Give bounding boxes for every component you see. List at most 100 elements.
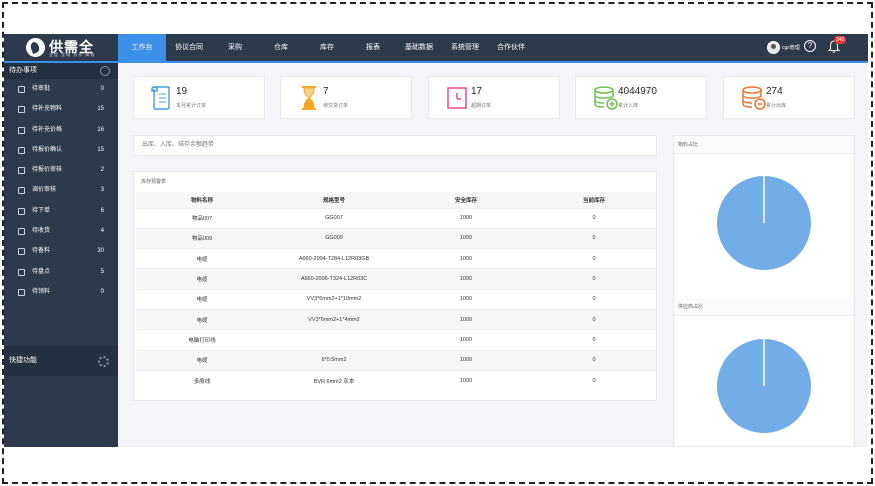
todo-item[interactable]: 待补充价格 16 xyxy=(4,120,118,140)
todo-item-label: 待补充价格 xyxy=(32,126,63,133)
todo-item[interactable]: 待盘点 5 xyxy=(4,262,118,282)
quick-title: 快捷功能 xyxy=(9,357,37,364)
table-cell: 多股线 xyxy=(136,369,268,391)
document-icon xyxy=(18,187,25,195)
supplier-ratio-title: 供应商占比 xyxy=(674,298,854,316)
table-row[interactable]: 电缆 6*0.5mm2 1000 0 xyxy=(136,349,656,371)
table-cell: 1000 xyxy=(400,248,532,269)
todo-item-count: 5 xyxy=(100,268,104,275)
nav-tab-8[interactable]: 合作伙伴 xyxy=(488,34,534,61)
todo-item[interactable]: 待下单 6 xyxy=(4,201,118,221)
stat-value: 274 xyxy=(766,86,783,97)
nav-tab-4[interactable]: 库存 xyxy=(304,34,350,61)
todo-item-label: 待报价确认 xyxy=(32,146,63,153)
nav-tab-5[interactable]: 报表 xyxy=(350,34,396,61)
sidebar: 待办事项 待审批 0 待补充物料 15 待补充价格 16 待报价确认 15 待报价审核 2 调价审核… xyxy=(4,63,118,447)
stat-value: 17 xyxy=(471,86,483,97)
table-cell: 1000 xyxy=(400,207,532,229)
material-ratio-title: 物料占比 xyxy=(674,136,854,154)
table-cell: 0 xyxy=(532,329,656,351)
main-nav: 工作台 协议合同 采购 仓库 库存 报表 基础数据 系统管理 合作伙伴 xyxy=(118,34,534,61)
todo-item[interactable]: 待补充物料 15 xyxy=(4,99,118,119)
table-cell: 电缆 xyxy=(136,248,268,269)
todo-item[interactable]: 调价审核 3 xyxy=(4,180,118,200)
todo-item[interactable]: 待报价审核 2 xyxy=(4,160,118,180)
user-menu[interactable]: cgs管理 xyxy=(767,39,800,55)
todo-item-label: 待下单 xyxy=(32,207,51,214)
todo-item[interactable]: 待备料 30 xyxy=(4,241,118,261)
table-cell: 1000 xyxy=(400,288,532,310)
table-cell: 0 xyxy=(532,349,656,371)
ratio-panel: 物料占比 供应商占比 xyxy=(673,135,855,447)
notification-badge: 240 xyxy=(834,36,847,44)
nav-tab-7[interactable]: 系统管理 xyxy=(442,34,488,61)
table-row[interactable]: 物品009 GG009 1000 0 xyxy=(136,227,656,249)
trend-chart-header: 出库、入库、结存余额趋势 xyxy=(133,135,657,156)
table-row[interactable]: 多股线 BVR 6mm2 灰本 1000 0 xyxy=(136,369,656,391)
document-icon xyxy=(18,146,25,154)
todo-item[interactable]: 待收货 4 xyxy=(4,221,118,241)
table-header-row: 物料名称 规格型号 安全库存 当前库存 xyxy=(136,192,656,208)
table-cell: 0 xyxy=(532,207,656,229)
stat-value: 19 xyxy=(176,86,188,97)
column-header: 当前库存 xyxy=(532,192,656,208)
table-cell: 电脑打印线 xyxy=(136,329,268,351)
todo-item-label: 待收货 xyxy=(32,228,51,235)
help-icon[interactable]: ? xyxy=(804,40,816,52)
stat-caption: 累计出库 xyxy=(766,103,787,109)
document-icon xyxy=(18,106,25,114)
table-cell: A660-2004-T284-L12R03GB xyxy=(268,248,400,269)
todo-item-label: 待补充物料 xyxy=(32,106,63,113)
table-cell: GG007 xyxy=(268,207,400,229)
table-cell: 0 xyxy=(532,248,656,269)
table-cell: 6*0.5mm2 xyxy=(268,349,400,371)
table-row[interactable]: 物品007 GG007 1000 0 xyxy=(136,207,656,229)
table-cell: 1000 xyxy=(400,227,532,249)
table-row[interactable]: 电缆 VV3*6mm2+1*4mm2 1000 0 xyxy=(136,308,656,330)
quick-functions-header[interactable]: 快捷功能 xyxy=(4,346,118,376)
nav-tab-0[interactable]: 工作台 xyxy=(118,34,166,61)
nav-tab-6[interactable]: 基础数据 xyxy=(396,34,442,61)
brand-logo[interactable]: 供需全 全程 全域 协作 高效 xyxy=(26,37,116,59)
table-row[interactable]: 电脑打印线 1000 0 xyxy=(136,329,656,351)
table-cell: 0 xyxy=(532,227,656,249)
table-cell: VV3*6mm2+1*10mm2 xyxy=(268,288,400,310)
stat-card[interactable]: 17 超期订单 xyxy=(428,76,560,119)
stat-card[interactable]: 7 待交货订单 xyxy=(280,76,412,119)
stat-card[interactable]: 19 本月累计订单 xyxy=(133,76,265,119)
table-row[interactable]: 电缆 A660-2006-T324-L12R03C 1000 0 xyxy=(136,268,656,290)
table-cell: 1000 xyxy=(400,349,532,371)
table-cell: A660-2006-T324-L12R03C xyxy=(268,268,400,290)
column-header: 物料名称 xyxy=(136,192,268,208)
todo-item[interactable]: 待领料 0 xyxy=(4,282,118,302)
todo-item[interactable]: 待审批 0 xyxy=(4,79,118,99)
table-cell: 0 xyxy=(532,288,656,310)
table-row[interactable]: 电缆 A660-2004-T284-L12R03GB 1000 0 xyxy=(136,248,656,269)
nav-tab-3[interactable]: 仓库 xyxy=(258,34,304,61)
gear-icon[interactable] xyxy=(98,356,109,367)
table-row[interactable]: 电缆 VV3*6mm2+1*10mm2 1000 0 xyxy=(136,288,656,310)
todo-item-count: 6 xyxy=(100,207,104,214)
table-cell: BVR 6mm2 灰本 xyxy=(268,369,400,391)
nav-tab-2[interactable]: 采购 xyxy=(212,34,258,61)
clock-icon xyxy=(447,87,467,109)
nav-tab-1[interactable]: 协议合同 xyxy=(166,34,212,61)
logo-icon xyxy=(26,38,45,57)
stat-card[interactable]: 274 累计出库 xyxy=(723,76,855,119)
todo-item-count: 16 xyxy=(97,126,104,133)
supplier-pie-chart xyxy=(717,339,811,433)
database-add-icon xyxy=(594,86,618,110)
scroll-icon xyxy=(151,86,170,110)
table-cell: 0 xyxy=(532,369,656,391)
todo-item-label: 待审批 xyxy=(32,86,51,92)
brand-slogan: 全程 全域 协作 高效 xyxy=(49,52,96,57)
todo-item-label: 待备料 xyxy=(32,248,51,255)
table-cell xyxy=(268,329,400,351)
todo-item[interactable]: 待报价确认 15 xyxy=(4,140,118,160)
refresh-icon[interactable] xyxy=(100,66,110,76)
document-icon xyxy=(18,207,25,215)
column-header: 安全库存 xyxy=(400,192,532,208)
todo-item-count: 0 xyxy=(100,288,104,295)
stat-card[interactable]: 4044970 累计入库 xyxy=(575,76,707,119)
table-cell: 物品007 xyxy=(136,207,268,229)
